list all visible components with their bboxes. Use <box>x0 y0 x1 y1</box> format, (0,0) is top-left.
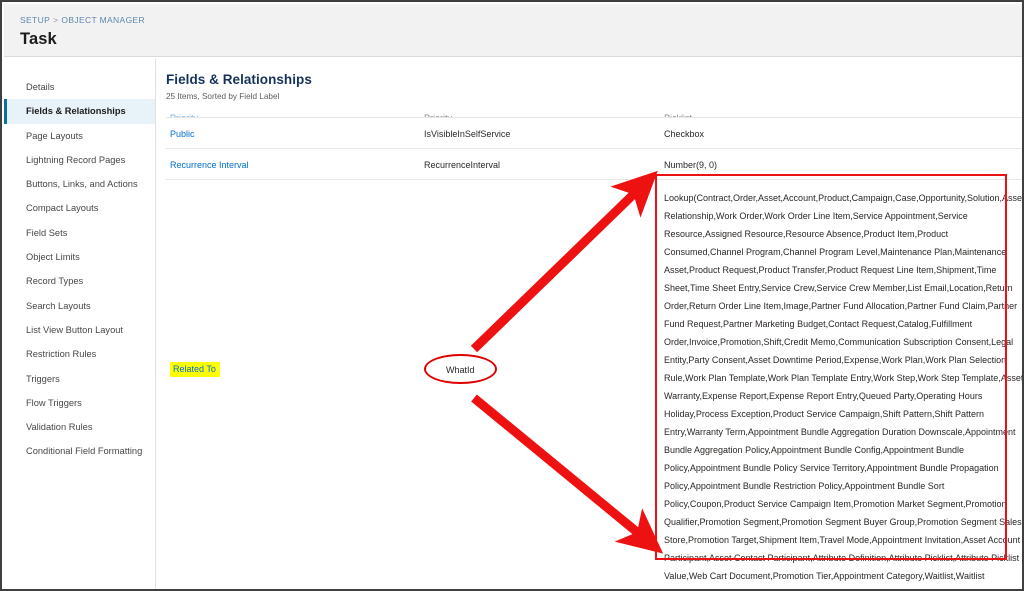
table-row[interactable]: Recurrence Interval RecurrenceInterval N… <box>166 148 1022 179</box>
sidebar-item-record-types[interactable]: Record Types <box>4 269 155 293</box>
cell-field-label: Related To <box>166 180 424 564</box>
cell-field-name: Priority <box>424 108 664 117</box>
sidebar-item-validation-rules[interactable]: Validation Rules <box>4 415 155 439</box>
sidebar-item-lightning-record-pages[interactable]: Lightning Record Pages <box>4 148 155 172</box>
whatid-annotation: WhatId <box>424 354 497 384</box>
fields-table: Priority Priority Picklist Public Is <box>166 108 1022 589</box>
field-data-type: Checkbox <box>664 129 705 139</box>
cell-data-type: Checkbox <box>664 118 1022 148</box>
cell-field-label: Public <box>166 118 424 148</box>
field-data-type: Number(9, 0) <box>664 160 718 170</box>
sidebar-item-page-layouts[interactable]: Page Layouts <box>4 124 155 148</box>
sidebar-item-buttons-links-and-actions[interactable]: Buttons, Links, and Actions <box>4 172 155 196</box>
sidebar-item-flow-triggers[interactable]: Flow Triggers <box>4 391 155 415</box>
cell-field-label: Recurrence Interval <box>166 149 424 179</box>
sidebar-item-field-sets[interactable]: Field Sets <box>4 221 155 245</box>
breadcrumb-separator: > <box>53 15 59 25</box>
sidebar-item-details[interactable]: Details <box>4 75 155 99</box>
field-api-name: IsVisibleInSelfService <box>424 129 511 139</box>
cell-field-name: WhatId <box>424 180 664 564</box>
table-row-related-to[interactable]: Related To WhatId Lookup(Contract,Order,… <box>166 179 1022 589</box>
body-area: Details Fields & Relationships Page Layo… <box>4 58 1022 589</box>
page-title: Task <box>20 30 57 48</box>
field-api-name: WhatId <box>446 365 475 375</box>
table-row[interactable]: Priority Priority Picklist <box>166 108 1022 117</box>
sidebar-item-fields-and-relationships[interactable]: Fields & Relationships <box>4 99 155 124</box>
page-header: SETUP > OBJECT MANAGER Task <box>4 4 1022 57</box>
cell-data-type: Picklist <box>664 108 1022 117</box>
sidebar-item-search-layouts[interactable]: Search Layouts <box>4 294 155 318</box>
cell-field-label: Priority <box>166 108 424 117</box>
section-title: Fields & Relationships <box>166 72 312 87</box>
cell-data-type: Number(9, 0) <box>664 149 1022 179</box>
screenshot-frame: SETUP > OBJECT MANAGER Task Details Fields… <box>0 0 1024 591</box>
cell-field-name: IsVisibleInSelfService <box>424 118 664 148</box>
content-panel: Fields & Relationships 25 Items, Sorted … <box>156 58 1022 589</box>
breadcrumb-setup[interactable]: SETUP <box>20 15 50 25</box>
sidebar-nav: Details Fields & Relationships Page Layo… <box>4 58 156 589</box>
section-subtitle: 25 Items, Sorted by Field Label <box>166 92 280 101</box>
breadcrumb: SETUP > OBJECT MANAGER <box>20 15 1022 25</box>
sidebar-item-compact-layouts[interactable]: Compact Layouts <box>4 196 155 220</box>
cell-data-type: Lookup(Contract,Order,Asset,Account,Prod… <box>664 180 1022 589</box>
field-data-type-lookup: Lookup(Contract,Order,Asset,Account,Prod… <box>664 193 1022 581</box>
sidebar-item-object-limits[interactable]: Object Limits <box>4 245 155 269</box>
sidebar-item-list-view-button-layout[interactable]: List View Button Layout <box>4 318 155 342</box>
cell-field-name: RecurrenceInterval <box>424 149 664 179</box>
field-api-name: RecurrenceInterval <box>424 160 501 170</box>
sidebar-item-restriction-rules[interactable]: Restriction Rules <box>4 342 155 366</box>
breadcrumb-object-manager[interactable]: OBJECT MANAGER <box>61 15 145 25</box>
sidebar-item-triggers[interactable]: Triggers <box>4 367 155 391</box>
field-label-link[interactable]: Public <box>170 129 195 139</box>
table-row[interactable]: Public IsVisibleInSelfService Checkbox <box>166 117 1022 148</box>
field-label-link[interactable]: Recurrence Interval <box>170 160 249 170</box>
field-label-link-highlighted[interactable]: Related To <box>170 361 220 377</box>
sidebar-item-conditional-field-formatting[interactable]: Conditional Field Formatting <box>4 439 155 463</box>
